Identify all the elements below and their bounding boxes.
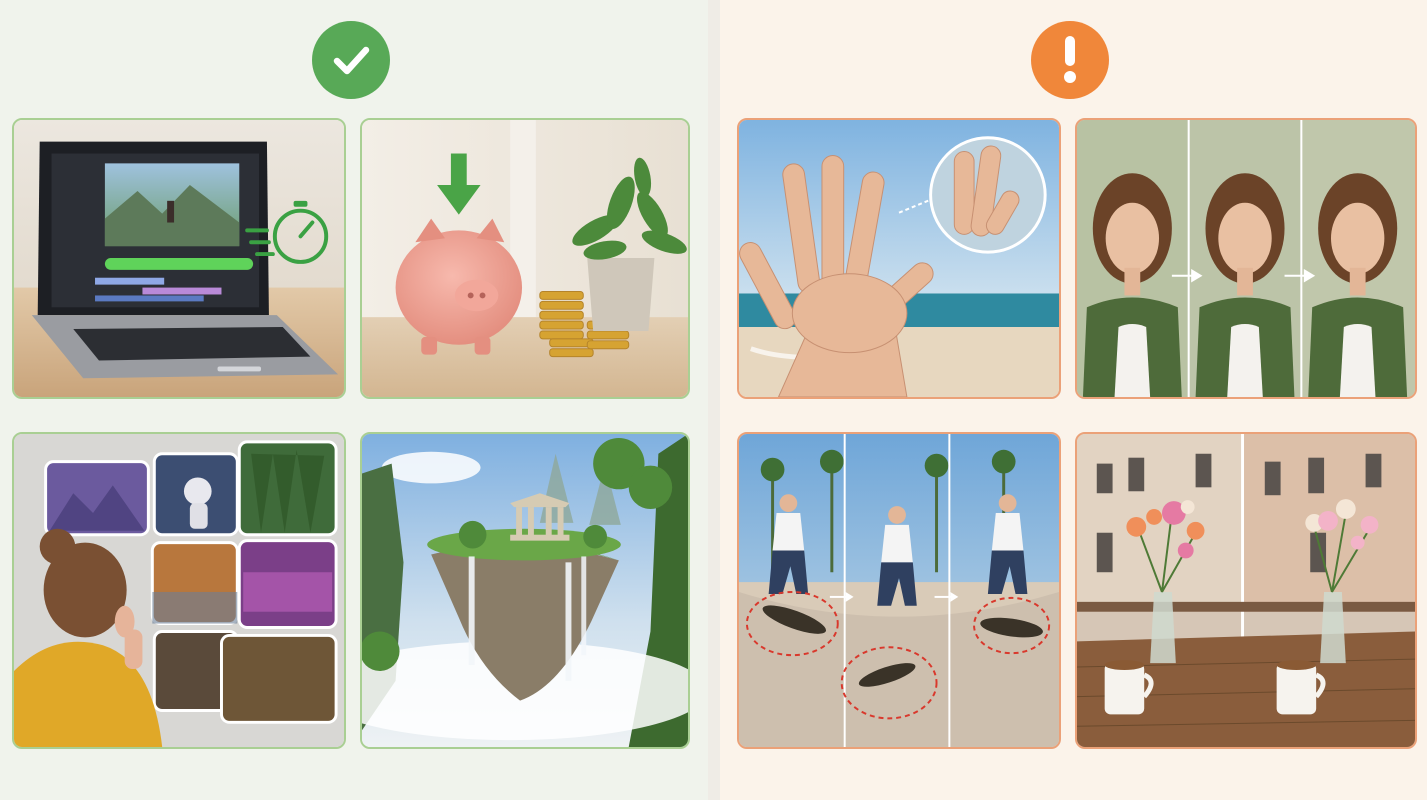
good-uses-panel <box>0 0 708 800</box>
warning-badge <box>1031 21 1109 99</box>
magnifier-circle-icon <box>929 136 1047 254</box>
concept-art-wall-card <box>12 432 346 749</box>
checkmark-badge <box>312 21 390 99</box>
extra-finger-hand-card <box>737 118 1061 399</box>
cost-savings-card <box>360 118 690 399</box>
exclamation-icon <box>1064 36 1076 83</box>
issues-panel <box>720 0 1427 800</box>
checkmark-icon <box>333 46 370 75</box>
identity-drift-frames-card <box>1075 118 1417 399</box>
fantasy-landscape-card <box>360 432 690 749</box>
fast-editing-card <box>12 118 346 399</box>
skateboard-inconsistency-card <box>737 432 1061 749</box>
scene-inconsistency-card <box>1075 432 1417 749</box>
